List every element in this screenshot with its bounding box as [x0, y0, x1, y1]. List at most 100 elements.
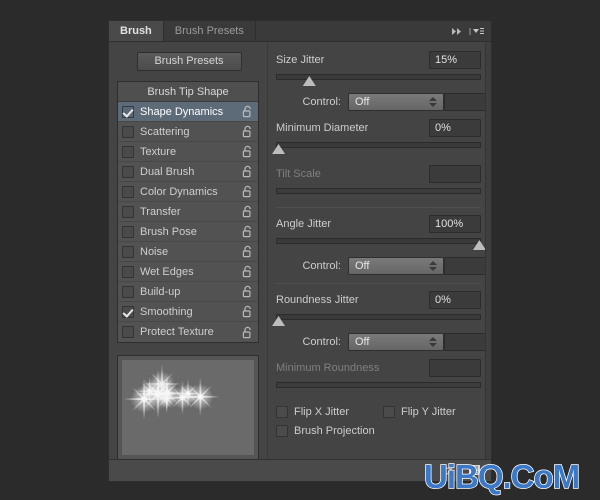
angle-jitter-row: Angle Jitter 100% [276, 214, 481, 233]
lock-icon[interactable] [242, 245, 253, 258]
flip-x-jitter-group[interactable]: Flip X Jitter [276, 406, 349, 418]
panel-right-edge [485, 42, 491, 459]
list-item-dual-brush[interactable]: Dual Brush [118, 162, 258, 182]
list-item-label: Shape Dynamics [140, 105, 224, 118]
size-jitter-slider[interactable] [276, 72, 481, 86]
shape-dynamics-checkbox[interactable] [122, 105, 134, 118]
tilt-scale-row: Tilt Scale [276, 164, 481, 183]
brush-projection-group[interactable]: Brush Projection [276, 425, 375, 437]
list-item-texture[interactable]: Texture [118, 142, 258, 162]
lock-icon[interactable] [242, 185, 253, 198]
tilt-scale-label: Tilt Scale [276, 167, 321, 180]
dropdown-value: Off [355, 260, 370, 272]
tab-brush[interactable]: Brush [109, 21, 164, 41]
brush-settings-column: Size Jitter 15% Control: Off Minimum Dia… [267, 42, 491, 459]
flip-y-jitter-label: Flip Y Jitter [401, 406, 456, 418]
lock-icon[interactable] [242, 165, 253, 178]
tab-bar-buttons [449, 21, 491, 41]
brush-projection-checkbox[interactable] [276, 425, 288, 437]
minimum-diameter-slider[interactable] [272, 140, 481, 154]
brush-presets-button[interactable]: Brush Presets [136, 52, 242, 71]
list-item-smoothing[interactable]: Smoothing [118, 302, 258, 322]
list-item-label: Color Dynamics [140, 185, 218, 198]
lock-icon[interactable] [242, 305, 253, 318]
list-item-label: Protect Texture [140, 326, 214, 338]
roundness-jitter-control-row: Control: Off [276, 332, 491, 352]
roundness-jitter-control-value[interactable] [444, 333, 491, 351]
flip-y-jitter-group[interactable]: Flip Y Jitter [383, 406, 456, 418]
list-item-label: Brush Pose [140, 225, 197, 238]
collapse-panel-icon[interactable] [449, 24, 466, 39]
smoothing-checkbox[interactable] [122, 305, 134, 318]
flip-y-jitter-checkbox[interactable] [383, 406, 396, 418]
minimum-roundness-row: Minimum Roundness [276, 358, 481, 377]
roundness-jitter-row: Roundness Jitter 0% [276, 290, 481, 309]
lock-icon[interactable] [242, 225, 253, 238]
lock-icon[interactable] [242, 326, 253, 339]
tab-bar-spacer [255, 21, 449, 41]
list-item-label: Smoothing [140, 305, 193, 318]
texture-checkbox[interactable] [122, 145, 134, 158]
list-item-label: Texture [140, 145, 177, 158]
panel-menu-icon[interactable] [468, 24, 485, 39]
slider-track [276, 142, 481, 148]
list-item-label: Transfer [140, 205, 181, 218]
flip-x-jitter-checkbox[interactable] [276, 406, 288, 418]
list-item-brush-pose[interactable]: Brush Pose [118, 222, 258, 242]
list-item-label: Noise [140, 245, 169, 258]
slider-track [276, 382, 481, 388]
noise-checkbox[interactable] [122, 245, 134, 258]
roundness-jitter-control-label: Control: [302, 336, 341, 348]
minimum-diameter-value[interactable]: 0% [429, 118, 481, 137]
lock-icon[interactable] [242, 145, 253, 158]
brush-projection-label: Brush Projection [294, 425, 375, 437]
roundness-jitter-slider[interactable] [272, 312, 481, 326]
size-jitter-control-value[interactable] [444, 93, 491, 111]
angle-jitter-slider[interactable] [276, 236, 486, 250]
angle-jitter-control-dropdown[interactable]: Off [348, 257, 444, 275]
protect-texture-checkbox[interactable] [122, 326, 134, 338]
list-item-build-up[interactable]: Build-up [118, 282, 258, 302]
size-jitter-control-dropdown[interactable]: Off [348, 93, 444, 111]
lock-icon[interactable] [242, 205, 253, 218]
transfer-checkbox[interactable] [122, 205, 134, 218]
panel-body: Brush Presets Brush Tip Shape Shape Dyna… [109, 42, 491, 460]
brush-tip-shape-item[interactable]: Brush Tip Shape [118, 82, 258, 102]
list-item-color-dynamics[interactable]: Color Dynamics [118, 182, 258, 202]
lock-icon[interactable] [242, 105, 253, 118]
brush-options-list: Brush Tip Shape Shape Dynamics Scatterin… [117, 81, 259, 343]
list-item-shape-dynamics[interactable]: Shape Dynamics [118, 102, 258, 122]
tab-brush-presets[interactable]: Brush Presets [163, 21, 256, 41]
roundness-jitter-value[interactable]: 0% [429, 290, 481, 309]
list-item-label: Wet Edges [140, 265, 194, 278]
toggle-brush-settings-icon[interactable] [441, 463, 457, 478]
list-item-transfer[interactable]: Transfer [118, 202, 258, 222]
lock-icon[interactable] [242, 125, 253, 138]
size-jitter-value[interactable]: 15% [429, 50, 481, 69]
wet-edges-checkbox[interactable] [122, 265, 134, 278]
lock-icon[interactable] [242, 265, 253, 278]
tab-brush-label: Brush [120, 25, 152, 37]
color-dynamics-checkbox[interactable] [122, 185, 134, 198]
brush-options-column: Brush Presets Brush Tip Shape Shape Dyna… [109, 42, 267, 460]
angle-jitter-control-label: Control: [302, 260, 341, 272]
size-jitter-control-label: Control: [302, 96, 341, 108]
panel-tab-bar: Brush Brush Presets [109, 21, 491, 42]
build-up-checkbox[interactable] [122, 285, 134, 298]
lock-icon[interactable] [242, 285, 253, 298]
roundness-jitter-control-dropdown[interactable]: Off [348, 333, 444, 351]
list-item-scattering[interactable]: Scattering [118, 122, 258, 142]
minimum-roundness-value [429, 358, 481, 377]
angle-jitter-control-row: Control: Off [276, 256, 491, 276]
scattering-checkbox[interactable] [122, 125, 134, 138]
section-divider [276, 207, 481, 208]
chevron-updown-icon [429, 97, 437, 107]
brush-pose-checkbox[interactable] [122, 225, 134, 238]
angle-jitter-value[interactable]: 100% [429, 214, 481, 233]
list-item-protect-texture[interactable]: Protect Texture [118, 322, 258, 342]
list-item-wet-edges[interactable]: Wet Edges [118, 262, 258, 282]
angle-jitter-control-value[interactable] [444, 257, 491, 275]
new-brush-preset-icon[interactable] [467, 463, 483, 478]
list-item-noise[interactable]: Noise [118, 242, 258, 262]
dual-brush-checkbox[interactable] [122, 165, 134, 178]
